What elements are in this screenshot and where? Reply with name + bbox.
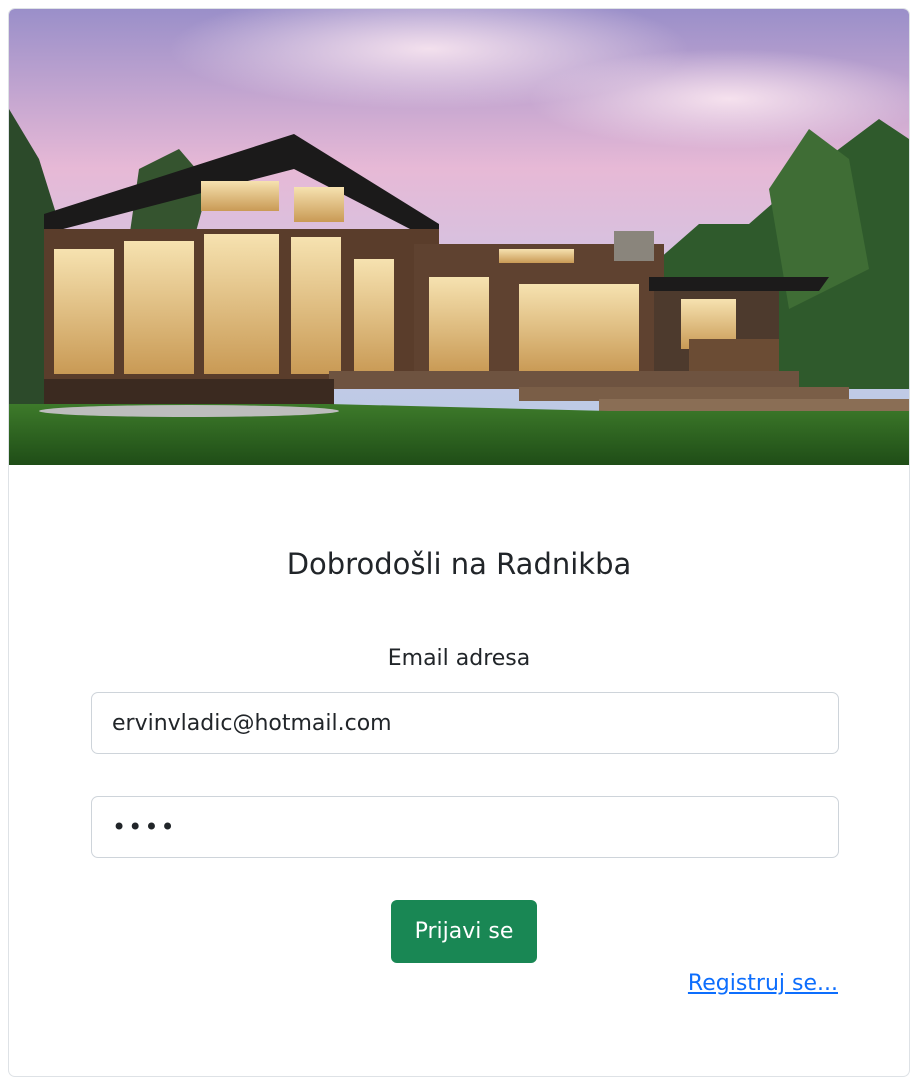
house-hero-image (9, 9, 909, 465)
login-card: Dobrodošli na Radnikba Email adresa Prij… (8, 8, 910, 1077)
email-field[interactable] (91, 692, 839, 754)
login-button[interactable]: Prijavi se (391, 900, 537, 963)
page-title: Dobrodošli na Radnikba (286, 547, 632, 581)
password-field[interactable] (91, 796, 839, 858)
email-label: Email adresa (387, 646, 531, 671)
register-link[interactable]: Registruj se... (688, 971, 838, 996)
